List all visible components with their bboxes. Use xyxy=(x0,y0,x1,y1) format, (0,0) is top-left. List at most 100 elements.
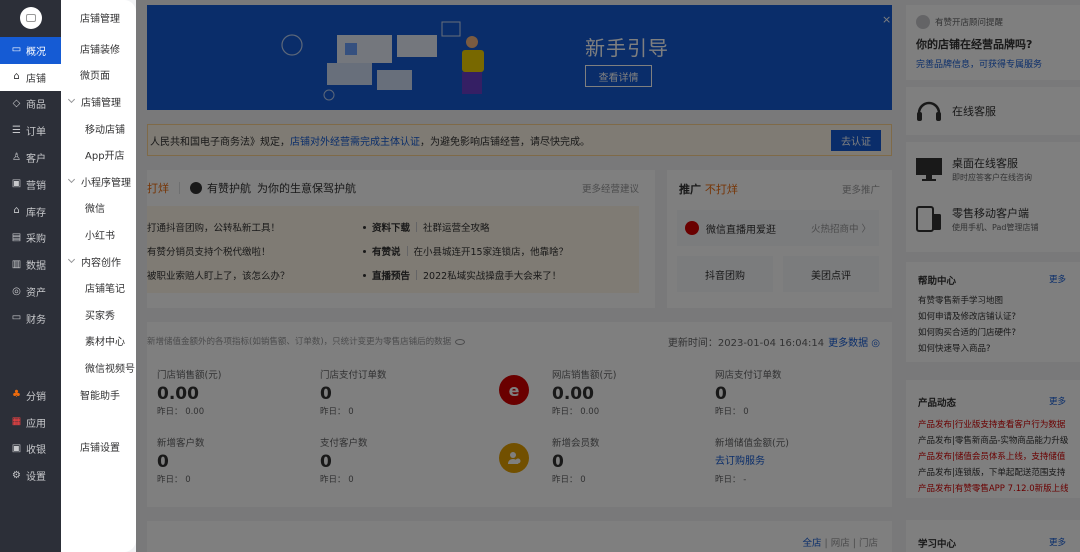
sidebar-sub-item-9[interactable]: 店铺笔记 xyxy=(61,274,136,301)
product-more-link[interactable]: 更多 xyxy=(1049,395,1066,407)
sidebar-item-6[interactable]: ⌂ 库存 xyxy=(0,198,61,225)
stat-cell: 新增客户数 0 昨日： 0 xyxy=(157,435,205,485)
eye-icon[interactable] xyxy=(455,338,466,345)
product-news-link[interactable]: 产品发布|零售新商品-实物商品能力升级 xyxy=(918,434,1068,446)
douyin-group-buy-button[interactable]: 抖音团购 xyxy=(677,256,773,292)
stat-yesterday: 昨日： - xyxy=(715,475,747,485)
sidebar-sub-item-12[interactable]: 微信视频号 xyxy=(61,354,136,381)
sidebar-item-0[interactable]: ▭ 概况 xyxy=(0,37,61,64)
news-item[interactable]: 有赞说 在小县城连开15家连锁店，他靠啥？ xyxy=(363,244,568,258)
sidebar-sub-item-label: 素材中心 xyxy=(85,337,125,349)
help-link[interactable]: 如何申请及修改店铺认证? xyxy=(918,310,1068,322)
desktop-client-sub: 即时应答客户在线咨询 xyxy=(952,173,1032,182)
sidebar-item-2[interactable]: ◇ 商品 xyxy=(0,91,61,118)
tab-offline-store[interactable]: 门店 xyxy=(859,538,878,549)
sidebar-item-10[interactable]: ▭ 财务 xyxy=(0,305,61,332)
sidebar-sub-item-3[interactable]: 移动店铺 xyxy=(61,115,136,142)
sidebar-item-7[interactable]: ▤ 采购 xyxy=(0,225,61,252)
tablet-phone-icon xyxy=(916,206,941,232)
view-details-button[interactable]: 查看详情 xyxy=(585,65,652,87)
warehouse-icon: ⌂ xyxy=(13,205,20,217)
sidebar-item-8[interactable]: ▥ 数据 xyxy=(0,251,61,278)
desktop-client-item[interactable]: 桌面在线客服 即时应答客户在线咨询 xyxy=(914,154,1032,184)
stat-value: 0 xyxy=(320,384,332,404)
sidebar-item-1[interactable]: ⌂ 店铺 xyxy=(0,63,61,91)
sidebar-sub-item-6[interactable]: 微信 xyxy=(61,195,136,222)
sidebar-sub-item-10[interactable]: 买家秀 xyxy=(61,301,136,328)
sidebar-sub-item-2[interactable]: 店铺管理 xyxy=(61,88,136,115)
sidebar-sub-item-13[interactable]: 智能助手 xyxy=(61,381,136,408)
sidebar-item-extra-1[interactable]: ▦ 应用 xyxy=(0,409,61,436)
help-link[interactable]: 如何快速导入商品? xyxy=(918,342,1068,354)
sidebar-item-4[interactable]: ♙ 客户 xyxy=(0,144,61,171)
go-certify-button[interactable]: 去认证 xyxy=(831,130,881,151)
product-news-link[interactable]: 产品发布|连锁版，下单起配送范围支持 xyxy=(918,466,1068,478)
learning-more-link[interactable]: 更多 xyxy=(1049,536,1066,548)
live-stream-promo[interactable]: 微信直播用爱逛 火热招商中 〉 xyxy=(677,210,879,246)
speech-bubble-icon: ▭ xyxy=(11,44,22,56)
sidebar-sub-item-label: 小程序管理 xyxy=(81,177,131,189)
sidebar-item-9[interactable]: ◎ 资产 xyxy=(0,278,61,305)
mobile-client-text: 零售移动客户端 使用手机、Pad管理店铺 xyxy=(952,205,1038,233)
sidebar-sub-item-1[interactable]: 微页面 xyxy=(61,62,136,89)
sidebar-item-label: 分销 xyxy=(26,391,46,403)
store-logo[interactable] xyxy=(19,7,42,29)
product-news-link[interactable]: 产品发布|行业版支持查看客户行为数据 xyxy=(918,418,1068,430)
sidebar-sub-item-4[interactable]: App开店 xyxy=(61,141,136,168)
product-news-link[interactable]: 产品发布|有赞零售APP 7.12.0新版上线 xyxy=(918,482,1068,494)
more-data-link[interactable]: 更多数据 ◎ xyxy=(828,338,880,349)
sidebar-sub-item-11[interactable]: 素材中心 xyxy=(61,328,136,355)
tab-online-store[interactable]: 网店 xyxy=(831,538,850,549)
notice-link[interactable]: 店铺对外经营需完成主体认证 xyxy=(290,133,420,148)
online-service-card[interactable]: 在线客服 xyxy=(906,87,1080,135)
product-news-card: 产品动态 更多 产品发布|行业版支持查看客户行为数据 产品发布|零售新商品-实物商… xyxy=(906,380,1080,498)
sidebar-item-extra-2[interactable]: ▣ 收银 xyxy=(0,436,61,463)
product-news-link[interactable]: 产品发布|储值会员体系上线，支持储值 xyxy=(918,450,1068,462)
stat-yesterday: 昨日： 0 xyxy=(715,407,749,417)
meituan-review-button[interactable]: 美团点评 xyxy=(783,256,879,292)
news-item[interactable]: 被职业索赔人盯上了，该怎么办？ xyxy=(147,268,290,282)
news-text: 2022私域实战操盘手大会来了！ xyxy=(423,271,562,282)
stat-value[interactable]: 去订购服务 xyxy=(715,452,789,472)
learning-center-title: 学习中心 xyxy=(918,539,957,550)
brand-sub-link[interactable]: 完善品牌信息，可获得专属服务 xyxy=(916,57,1042,70)
headset-icon xyxy=(917,101,941,121)
sidebar-item-label: 营销 xyxy=(26,180,46,192)
sidebar-item-3[interactable]: ☰ 订单 xyxy=(0,117,61,144)
help-link[interactable]: 如何购买合适的门店硬件? xyxy=(918,326,1068,338)
divider xyxy=(406,246,408,256)
sidebar-sub-item-label: 移动店铺 xyxy=(85,124,125,136)
promotion-card: 推广 不打烊 更多推广 微信直播用爱逛 火热招商中 〉 抖音团购 美团点评 xyxy=(667,170,892,308)
news-slogan: 为你的生意保驾护航 xyxy=(257,181,356,195)
sidebar-item-label: 订单 xyxy=(26,127,46,139)
sidebar-item-store-settings[interactable]: 店铺设置 xyxy=(61,433,136,460)
distribution-icon: ♣ xyxy=(12,389,21,401)
tab-all-stores[interactable]: 全店 xyxy=(802,538,821,549)
sidebar-item-extra-0[interactable]: ♣ 分销 xyxy=(0,382,61,409)
news-item[interactable]: 直播预告 2022私域实战操盘手大会来了！ xyxy=(363,268,561,282)
chevron-down-icon xyxy=(67,96,76,104)
stat-value: 0 xyxy=(320,452,332,472)
news-item[interactable]: 资料下载 社群运营全攻略 xyxy=(363,220,490,234)
stat-yesterday: 昨日： 0 xyxy=(320,475,354,485)
news-item[interactable]: 有赞分销员支持个税代缴啦！ xyxy=(147,244,271,258)
brand-question: 你的店铺在经营品牌吗? xyxy=(916,38,1033,51)
sidebar-item-label: 财务 xyxy=(26,314,46,326)
sidebar-sub-item-7[interactable]: 小红书 xyxy=(61,221,136,248)
help-link[interactable]: 有赞零售新手学习地图 xyxy=(918,294,1068,306)
sidebar-item-label: 库存 xyxy=(26,207,46,219)
onboarding-illustration xyxy=(281,21,484,101)
sidebar-item-extra-3[interactable]: ⚙ 设置 xyxy=(0,462,61,489)
more-promo-link[interactable]: 更多推广 xyxy=(842,182,880,196)
close-icon[interactable]: × xyxy=(882,13,891,26)
advisor-tip-text: 有赞开店顾问提醒 xyxy=(935,18,1004,28)
help-more-link[interactable]: 更多 xyxy=(1049,273,1066,285)
sidebar-sub-item-5[interactable]: 小程序管理 xyxy=(61,168,136,195)
news-item[interactable]: 打通抖音团购，公转私新工具！ xyxy=(147,220,280,234)
sidebar-item-5[interactable]: ▣ 营销 xyxy=(0,171,61,198)
sidebar-sub-item-8[interactable]: 内容创作 xyxy=(61,248,136,275)
advisor-tip: 有赞开店顾问提醒 xyxy=(916,15,1003,29)
more-advice-link[interactable]: 更多经营建议 xyxy=(582,181,639,195)
sidebar-sub-item-0[interactable]: 店铺装修 xyxy=(61,35,136,62)
mobile-client-item[interactable]: 零售移动客户端 使用手机、Pad管理店铺 xyxy=(914,204,1038,234)
